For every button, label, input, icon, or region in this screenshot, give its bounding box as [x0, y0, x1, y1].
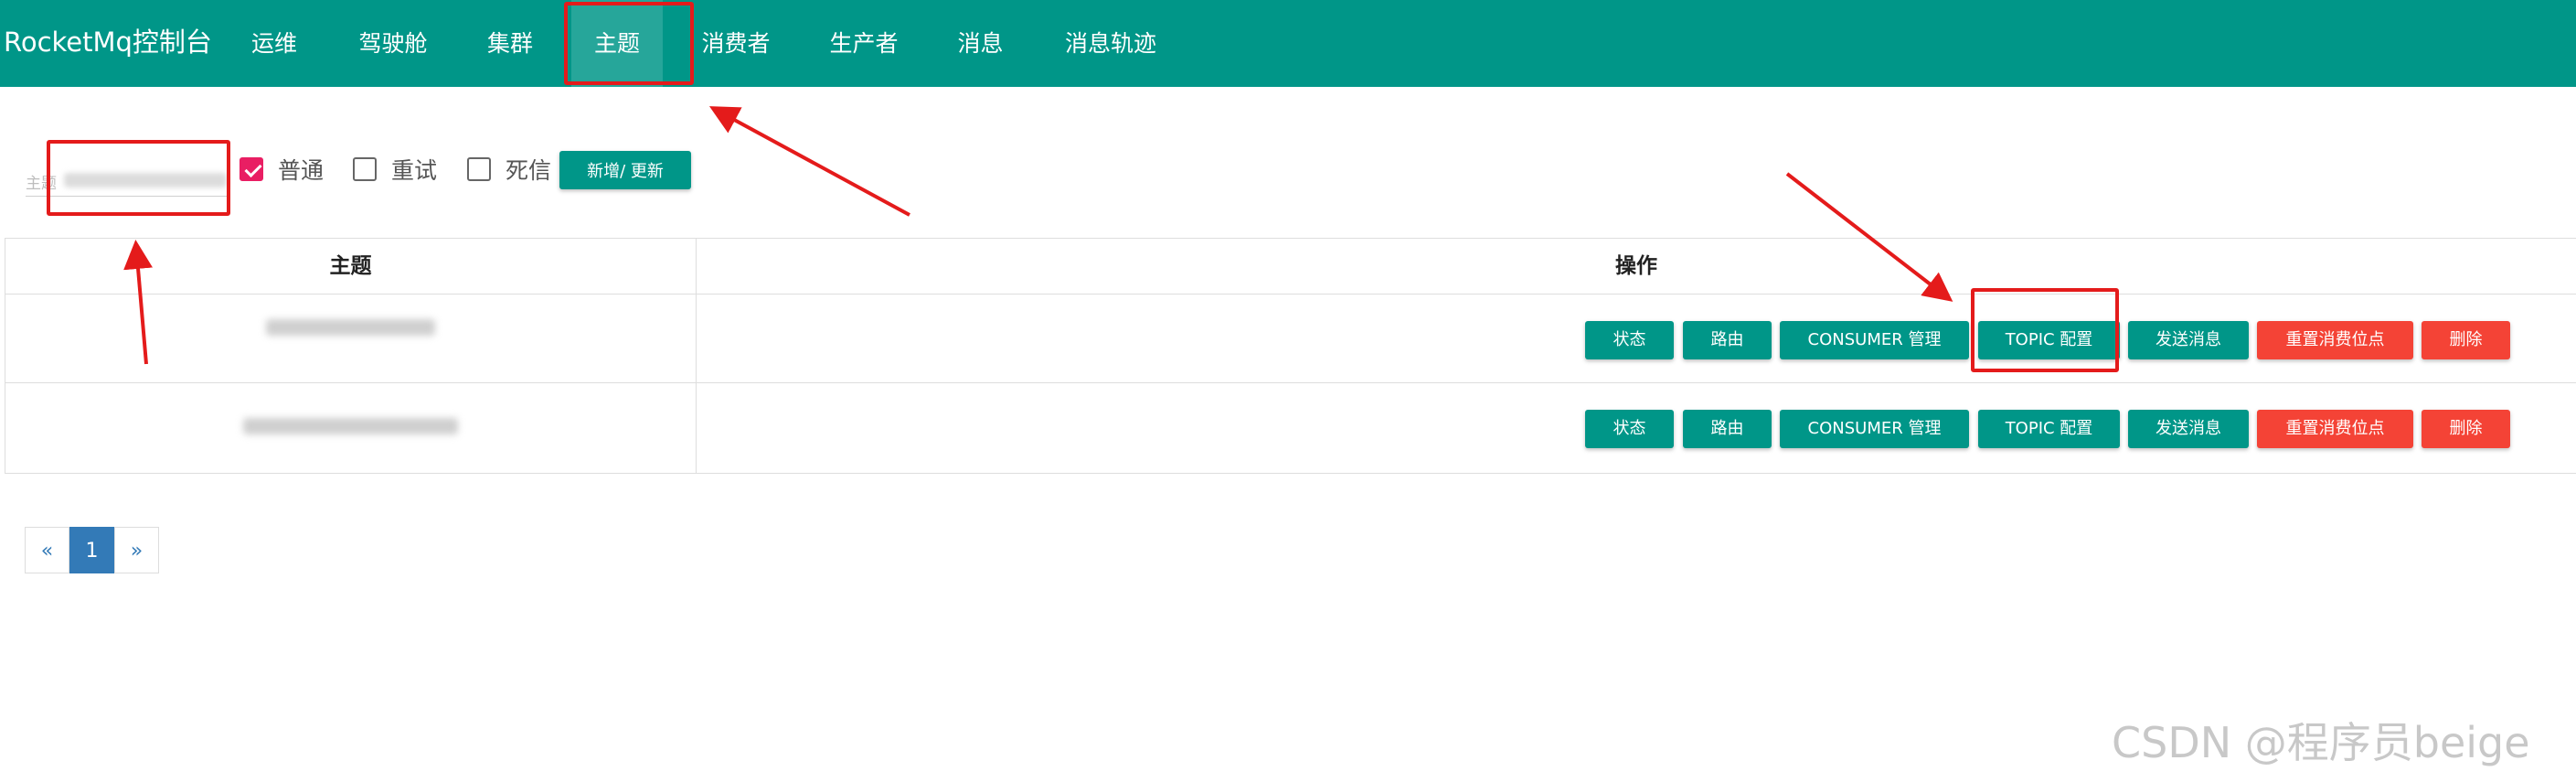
- csdn-watermark: CSDN @程序员beige: [2112, 718, 2530, 767]
- arrow-to-topic-input: [123, 240, 153, 365]
- annotation-arrows: [123, 106, 1953, 365]
- arrow-to-topic-config: [1785, 172, 1953, 302]
- arrow-to-topic-tab: [708, 106, 910, 217]
